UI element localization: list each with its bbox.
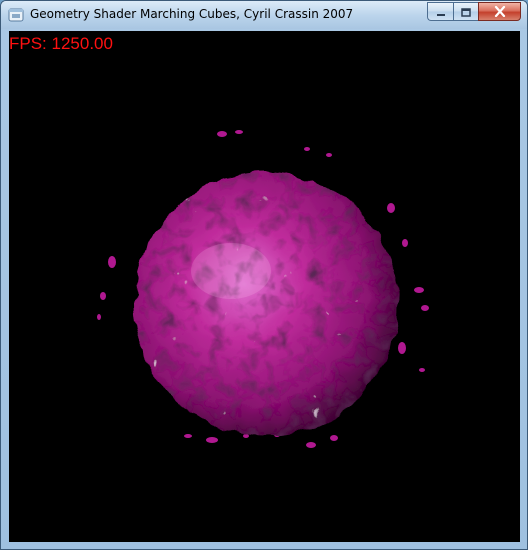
metaball-sphere: [134, 172, 398, 436]
maximize-button[interactable]: [453, 2, 478, 21]
app-window-icon[interactable]: [8, 7, 24, 23]
application-window: Geometry Shader Marching Cubes, Cyril Cr…: [0, 0, 528, 550]
title-bar[interactable]: Geometry Shader Marching Cubes, Cyril Cr…: [1, 1, 527, 29]
marching-cubes-scene: [97, 130, 429, 448]
caption-buttons: [427, 2, 521, 21]
minimize-icon: [436, 2, 446, 21]
close-icon: [494, 2, 506, 21]
window-title: Geometry Shader Marching Cubes, Cyril Cr…: [30, 7, 354, 21]
close-button[interactable]: [478, 2, 521, 21]
maximize-icon: [461, 2, 471, 21]
render-viewport[interactable]: FPS: 1250.00: [9, 31, 520, 542]
minimize-button[interactable]: [427, 2, 453, 21]
fps-counter: FPS: 1250.00: [9, 34, 113, 53]
